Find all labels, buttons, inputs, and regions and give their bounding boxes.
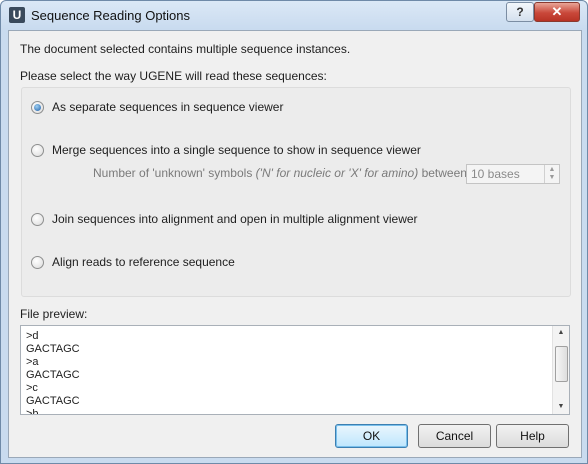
option-label: Merge sequences into a single sequence t…: [52, 143, 421, 157]
ok-button[interactable]: OK: [335, 424, 408, 448]
preview-line: >b: [26, 408, 39, 415]
preview-line: >a: [26, 356, 39, 368]
scroll-down-icon[interactable]: ▼: [556, 402, 566, 412]
option-label: Join sequences into alignment and open i…: [52, 212, 418, 226]
option-align-reads[interactable]: Align reads to reference sequence: [31, 255, 235, 269]
scroll-thumb[interactable]: [555, 346, 568, 382]
intro-text: The document selected contains multiple …: [20, 42, 351, 56]
spin-down-icon[interactable]: ▼: [547, 174, 557, 181]
option-merge-sequences[interactable]: Merge sequences into a single sequence t…: [31, 143, 421, 157]
select-prompt: Please select the way UGENE will read th…: [20, 69, 327, 83]
cancel-button[interactable]: Cancel: [418, 424, 491, 448]
bases-spinbox[interactable]: 10 bases ▲ ▼: [466, 164, 560, 184]
preview-line: >d: [26, 330, 39, 342]
window-title: Sequence Reading Options: [31, 8, 191, 23]
scroll-up-icon[interactable]: ▲: [556, 328, 566, 338]
title-bar: U Sequence Reading Options ? ✕: [1, 1, 587, 30]
preview-line: >c: [26, 382, 38, 394]
vertical-scrollbar[interactable]: ▲ ▼: [552, 326, 569, 414]
unknown-hint: ('N' for nucleic or 'X' for amino): [255, 166, 419, 180]
close-button[interactable]: ✕: [534, 2, 580, 22]
file-preview-label: File preview:: [20, 307, 88, 321]
spin-arrows: ▲ ▼: [544, 165, 559, 183]
radio-button[interactable]: [31, 143, 44, 157]
spin-up-icon[interactable]: ▲: [547, 166, 557, 173]
file-preview-textarea[interactable]: >d GACTAGC >a GACTAGC >c GACTAGC >b ▲ ▼: [20, 325, 570, 415]
option-label: Align reads to reference sequence: [52, 255, 235, 269]
option-join-alignment[interactable]: Join sequences into alignment and open i…: [31, 212, 418, 226]
bases-value: 10 bases: [471, 167, 520, 181]
preview-line: GACTAGC: [26, 395, 80, 407]
unknown-symbols-label: Number of 'unknown' symbols ('N' for nuc…: [93, 166, 500, 180]
preview-line: GACTAGC: [26, 369, 80, 381]
dialog-body: The document selected contains multiple …: [8, 30, 582, 458]
help-title-button[interactable]: ?: [506, 2, 534, 22]
reading-options-group: As separate sequences in sequence viewer…: [21, 87, 571, 297]
unknown-prefix: Number of 'unknown' symbols: [93, 166, 253, 180]
preview-content: >d GACTAGC >a GACTAGC >c GACTAGC >b: [26, 330, 80, 415]
option-label: As separate sequences in sequence viewer: [52, 100, 284, 114]
option-separate-sequences[interactable]: As separate sequences in sequence viewer: [31, 100, 283, 114]
ugene-app-icon: U: [9, 7, 25, 23]
radio-button[interactable]: [31, 212, 44, 226]
help-button[interactable]: Help: [496, 424, 569, 448]
radio-button[interactable]: [31, 255, 44, 269]
dialog-window: U Sequence Reading Options ? ✕ The docum…: [0, 0, 588, 464]
close-icon: ✕: [551, 4, 563, 19]
preview-line: GACTAGC: [26, 343, 80, 355]
radio-button[interactable]: [31, 100, 44, 114]
